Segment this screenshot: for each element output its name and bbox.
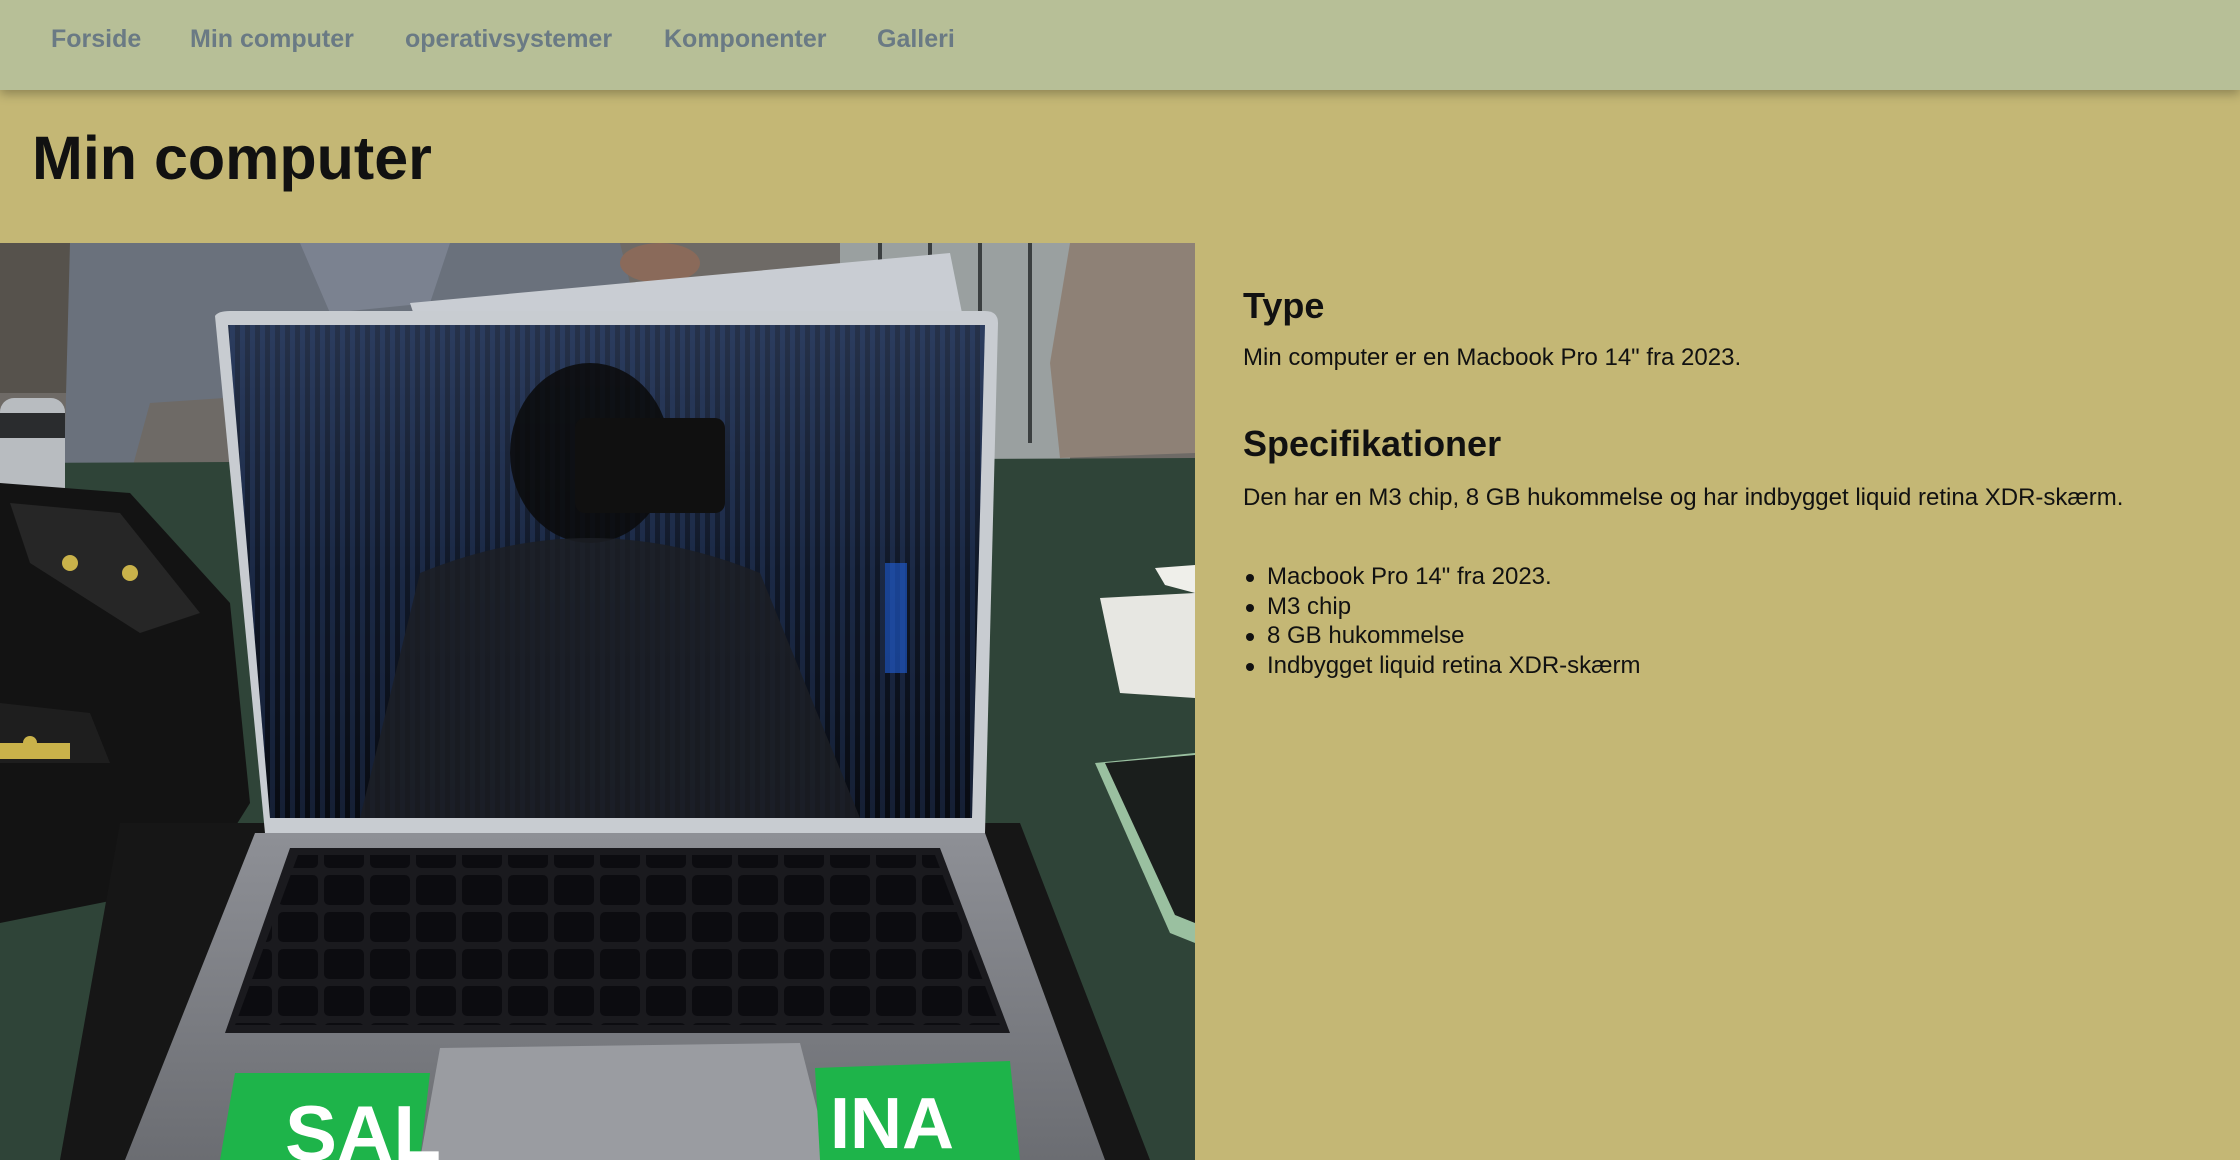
- type-description: Min computer er en Macbook Pro 14" fra 2…: [1243, 344, 1742, 371]
- spec-list: Macbook Pro 14" fra 2023. M3 chip 8 GB h…: [1243, 562, 1641, 680]
- type-heading: Type: [1243, 285, 1325, 326]
- list-item: Macbook Pro 14" fra 2023.: [1246, 562, 1641, 592]
- list-item: Indbygget liquid retina XDR-skærm: [1246, 651, 1641, 679]
- nav-link-min-computer[interactable]: Min computer: [190, 25, 354, 54]
- nav-link-komponenter[interactable]: Komponenter: [664, 25, 827, 54]
- specs-heading: Specifikationer: [1243, 423, 1502, 464]
- nav-link-forside[interactable]: Forside: [51, 25, 141, 54]
- sticker-left-text: SAL: [285, 1089, 441, 1160]
- nav-link-operativsystemer[interactable]: operativsystemer: [405, 25, 612, 54]
- computer-photo: SAL INA: [0, 243, 1195, 1160]
- sticker-right-text: INA: [830, 1084, 954, 1160]
- nav-link-galleri[interactable]: Galleri: [877, 25, 955, 54]
- list-item: M3 chip: [1246, 592, 1641, 622]
- top-navbar: Forside Min computer operativsystemer Ko…: [0, 0, 2240, 90]
- specs-description: Den har en M3 chip, 8 GB hukommelse og h…: [1243, 484, 2124, 511]
- page-title: Min computer: [32, 124, 432, 192]
- list-item: 8 GB hukommelse: [1246, 621, 1641, 651]
